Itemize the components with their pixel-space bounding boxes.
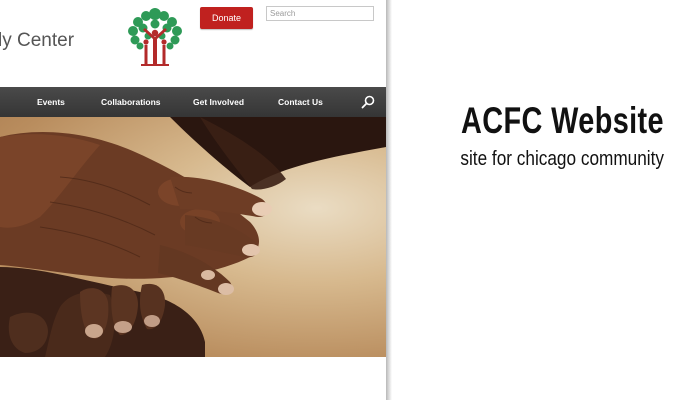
website-screenshot: ly Center Donate Search Events Collabora… <box>0 0 386 400</box>
nav-item-get-involved[interactable]: Get Involved <box>193 87 244 117</box>
main-navigation-bar: Events Collaborations Get Involved Conta… <box>0 87 386 117</box>
magnifier-icon[interactable] <box>361 95 375 109</box>
panel-shadow <box>386 0 392 400</box>
caption-title: ACFC Website <box>461 100 664 141</box>
family-tree-logo-icon[interactable] <box>124 6 186 66</box>
nav-item-collaborations[interactable]: Collaborations <box>101 87 161 117</box>
nav-item-events[interactable]: Events <box>37 87 65 117</box>
site-brand-name[interactable]: ly Center <box>0 30 74 52</box>
hero-image-clasped-hands <box>0 117 386 357</box>
search-input[interactable] <box>266 6 374 21</box>
clasped-hands-illustration <box>0 117 386 357</box>
caption-subtitle: site for chicago community <box>460 148 664 170</box>
nav-item-contact-us[interactable]: Contact Us <box>278 87 323 117</box>
donate-button[interactable]: Donate <box>200 7 253 29</box>
